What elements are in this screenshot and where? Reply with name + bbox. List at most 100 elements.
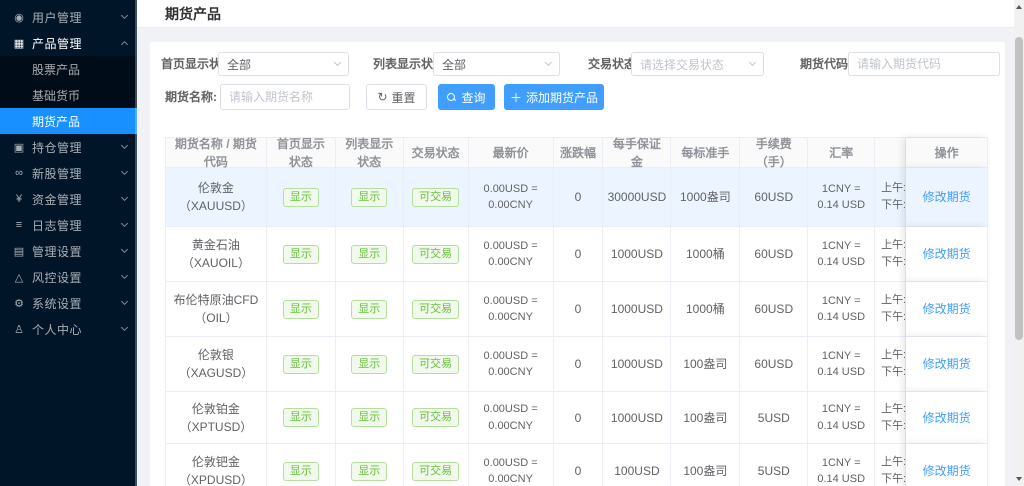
cell-futures-name: 伦敦金（XAUUSD） xyxy=(166,168,267,227)
home-status-badge: 显示 xyxy=(283,462,319,481)
sidebar-item-risk-settings[interactable]: △ 风控设置 xyxy=(0,264,137,290)
list-status-badge: 显示 xyxy=(351,245,387,264)
sidebar-item-positions[interactable]: ▣ 持仓管理 xyxy=(0,134,137,160)
sidebar-item-system-settings[interactable]: ⚙ 系统设置 xyxy=(0,290,137,316)
search-button[interactable]: 查询 xyxy=(438,84,495,110)
scroll-up-arrow-icon[interactable] xyxy=(1016,5,1022,9)
trade-status-select[interactable]: 请选择交易状态 xyxy=(631,52,764,76)
cell-margin: 1000USD xyxy=(603,227,671,282)
futures-code-input[interactable] xyxy=(848,52,1000,76)
edit-futures-link[interactable]: 修改期货 xyxy=(923,188,971,206)
page-scrollbar[interactable] xyxy=(1014,0,1024,486)
cell-latest-price: 0.00USD = 0.00CNY xyxy=(469,392,554,444)
cell-standard-lot: 1000盎司 xyxy=(671,168,740,227)
chevron-down-icon xyxy=(121,142,128,149)
cell-standard-lot: 100盎司 xyxy=(671,392,740,444)
cell-trading-time: 上午: 下午: xyxy=(875,168,906,227)
chevron-down-icon xyxy=(121,168,128,175)
chevron-down-icon xyxy=(121,220,128,227)
cell-futures-name: 黄金石油（XAUOIL） xyxy=(166,227,267,282)
profile-icon: ♙ xyxy=(12,323,26,336)
sidebar-item-ipo[interactable]: ∞ 新股管理 xyxy=(0,160,137,186)
table-header-row: 期货名称 / 期货代码 首页显示状态 列表显示状态 交易状态 最新价 涨跌幅 每… xyxy=(166,138,988,168)
scrollbar-thumb[interactable] xyxy=(1015,37,1023,340)
cell-fee: 5USD xyxy=(740,444,808,486)
cell-futures-name: 伦敦银（XAGUSD） xyxy=(166,337,267,392)
cell-exchange-rate: 1CNY = 0.14 USD xyxy=(808,227,875,282)
cell-latest-price: 0.00USD = 0.00CNY xyxy=(469,337,554,392)
cell-margin: 1000USD xyxy=(603,282,671,337)
table-row: 伦敦钯金（XPDUSD） 显示 显示 可交易 0.00USD = 0.00CNY… xyxy=(166,444,988,486)
cell-futures-name: 伦敦铂金（XPTUSD） xyxy=(166,392,267,444)
table-row: 黄金石油（XAUOIL） 显示 显示 可交易 0.00USD = 0.00CNY… xyxy=(166,227,988,282)
content-card: 首页显示状态: 全部 列表显示状态: 全部 交易状态: 请选择交易状态 期货代码… xyxy=(150,42,1005,486)
edit-futures-link[interactable]: 修改期货 xyxy=(923,300,971,318)
trade-status-badge: 可交易 xyxy=(412,408,459,427)
list-status-select[interactable]: 全部 xyxy=(433,52,560,76)
cell-margin: 100USD xyxy=(603,444,671,486)
chevron-down-icon xyxy=(121,246,128,253)
add-futures-button[interactable]: ＋添加期货产品 xyxy=(504,84,604,110)
plus-icon: ＋ xyxy=(510,89,522,106)
cell-margin: 1000USD xyxy=(603,392,671,444)
cell-standard-lot: 1000桶 xyxy=(671,227,740,282)
sidebar-item-funds[interactable]: ¥ 资金管理 xyxy=(0,186,137,212)
search-icon xyxy=(447,93,456,102)
list-status-badge: 显示 xyxy=(351,300,387,319)
trade-status-badge: 可交易 xyxy=(412,300,459,319)
cell-standard-lot: 1000桶 xyxy=(671,282,740,337)
edit-futures-link[interactable]: 修改期货 xyxy=(923,462,971,480)
chevron-down-icon xyxy=(121,324,128,331)
futures-code-label: 期货代码: xyxy=(800,52,852,76)
cell-change: 0 xyxy=(554,168,604,227)
futures-name-label: 期货名称: xyxy=(165,84,217,108)
cell-futures-name: 布伦特原油CFD（OIL） xyxy=(166,282,267,337)
cell-exchange-rate: 1CNY = 0.14 USD xyxy=(808,392,875,444)
scroll-down-arrow-icon[interactable] xyxy=(1016,477,1022,481)
edit-futures-link[interactable]: 修改期货 xyxy=(923,355,971,373)
funds-icon: ¥ xyxy=(12,193,26,205)
cell-latest-price: 0.00USD = 0.00CNY xyxy=(469,227,554,282)
chevron-down-icon xyxy=(749,59,756,66)
cell-change: 0 xyxy=(554,444,604,486)
cell-change: 0 xyxy=(554,392,604,444)
products-submenu: 股票产品 基础货币 期货产品 xyxy=(0,56,137,134)
reset-button[interactable]: ↻重置 xyxy=(366,84,427,110)
home-status-badge: 显示 xyxy=(283,188,319,207)
list-status-badge: 显示 xyxy=(351,408,387,427)
edit-futures-link[interactable]: 修改期货 xyxy=(923,245,971,263)
chevron-down-icon xyxy=(334,59,341,66)
submenu-item-base-currency[interactable]: 基础货币 xyxy=(0,82,137,108)
topbar: 期货产品 xyxy=(137,0,1014,28)
chevron-down-icon xyxy=(121,194,128,201)
sidebar-item-users[interactable]: ◉ 用户管理 xyxy=(0,4,137,30)
products-icon: ▦ xyxy=(12,37,26,50)
cell-futures-name: 伦敦钯金（XPDUSD） xyxy=(166,444,267,486)
home-status-badge: 显示 xyxy=(283,408,319,427)
submenu-item-stock-products[interactable]: 股票产品 xyxy=(0,56,137,82)
sidebar-item-logs[interactable]: ≡ 日志管理 xyxy=(0,212,137,238)
table-row: 伦敦银（XAGUSD） 显示 显示 可交易 0.00USD = 0.00CNY … xyxy=(166,337,988,392)
submenu-item-futures-products[interactable]: 期货产品 xyxy=(0,108,137,134)
list-status-badge: 显示 xyxy=(351,462,387,481)
cell-standard-lot: 100盎司 xyxy=(671,444,740,486)
risk-settings-icon: △ xyxy=(12,271,26,284)
sidebar-item-admin-settings[interactable]: ▤ 管理设置 xyxy=(0,238,137,264)
home-status-select[interactable]: 全部 xyxy=(218,52,349,76)
trade-status-badge: 可交易 xyxy=(412,355,459,374)
home-status-badge: 显示 xyxy=(283,245,319,264)
table-row: 布伦特原油CFD（OIL） 显示 显示 可交易 0.00USD = 0.00CN… xyxy=(166,282,988,337)
table-row: 伦敦金（XAUUSD） 显示 显示 可交易 0.00USD = 0.00CNY … xyxy=(166,168,988,227)
cell-change: 0 xyxy=(554,282,604,337)
sidebar-item-profile[interactable]: ♙ 个人中心 xyxy=(0,316,137,342)
logs-icon: ≡ xyxy=(12,219,26,231)
edit-futures-link[interactable]: 修改期货 xyxy=(923,409,971,427)
cell-change: 0 xyxy=(554,337,604,392)
chevron-up-icon xyxy=(121,41,128,48)
cell-fee: 60USD xyxy=(740,337,808,392)
cell-exchange-rate: 1CNY = 0.14 USD xyxy=(808,337,875,392)
sidebar-item-products[interactable]: ▦ 产品管理 xyxy=(0,30,137,56)
futures-name-input[interactable] xyxy=(220,84,350,110)
trade-status-badge: 可交易 xyxy=(412,245,459,264)
cell-latest-price: 0.00USD = 0.00CNY xyxy=(469,168,554,227)
